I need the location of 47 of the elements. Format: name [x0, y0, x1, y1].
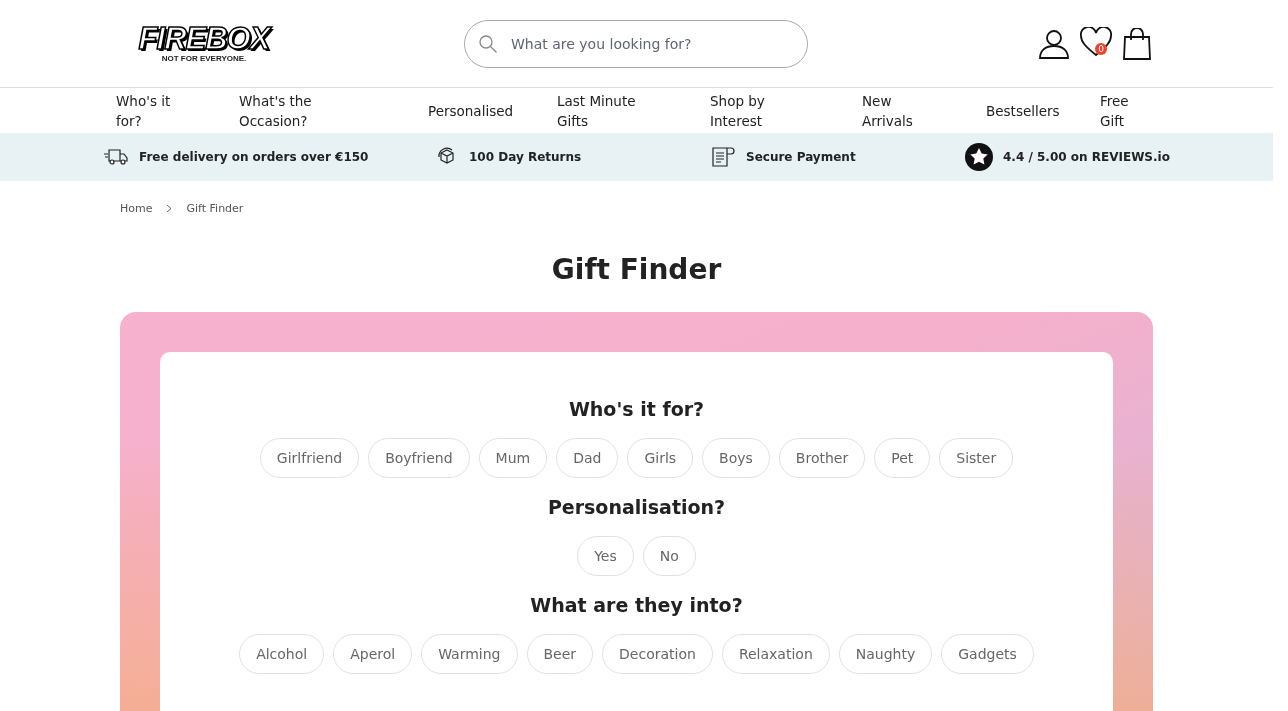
option-chip[interactable]: Brother: [778, 438, 866, 478]
option-chip[interactable]: Aperol: [333, 634, 413, 674]
truck-icon: [103, 148, 129, 166]
search-field[interactable]: What are you looking for?: [464, 19, 808, 68]
nav-link[interactable]: Bestsellers: [986, 100, 1060, 121]
receipt-icon: [710, 145, 736, 169]
option-chip[interactable]: Sister: [939, 438, 1014, 478]
option-chip[interactable]: Yes: [577, 536, 634, 576]
chevron-right-icon: [166, 204, 173, 213]
wishlist-icon[interactable]: [1080, 26, 1112, 57]
nav-link[interactable]: Free Gift: [1100, 90, 1140, 131]
option-chip[interactable]: Boys: [702, 438, 770, 478]
benefit-text: Secure Payment: [746, 150, 856, 164]
nav-link[interactable]: Shop by Interest: [710, 90, 800, 131]
benefit-text: 4.4 / 5.00 on REVIEWS.io: [1003, 150, 1170, 164]
option-chip[interactable]: Pet: [874, 438, 931, 478]
option-chip[interactable]: Girlfriend: [259, 438, 360, 478]
benefit-text: Free delivery on orders over €150: [139, 150, 369, 164]
breadcrumb-item: Gift Finder: [186, 202, 244, 215]
option-chip[interactable]: Relaxation: [721, 634, 830, 674]
option-chip[interactable]: Gadgets: [941, 634, 1034, 674]
option-chip[interactable]: Beer: [526, 634, 594, 674]
option-chip[interactable]: Decoration: [602, 634, 713, 674]
option-chip[interactable]: Naughty: [838, 634, 933, 674]
option-chip[interactable]: Warming: [421, 634, 518, 674]
breadcrumb-item[interactable]: Home: [120, 202, 153, 215]
option-chip[interactable]: No: [642, 536, 696, 576]
logo-tagline: NOT FOR EVERYONE.: [161, 54, 247, 63]
option-chip[interactable]: Alcohol: [239, 634, 325, 674]
option-chip[interactable]: Dad: [556, 438, 619, 478]
shopping-bag-icon[interactable]: [1122, 27, 1152, 60]
wishlist-count-badge: 0: [1095, 42, 1107, 55]
question-heading: Personalisation?: [547, 496, 726, 518]
account-icon[interactable]: [1038, 27, 1070, 60]
option-chip[interactable]: Girls: [627, 438, 694, 478]
nav-link[interactable]: Who's it for?: [116, 90, 186, 131]
search-icon: [478, 33, 498, 54]
option-chip[interactable]: Mum: [478, 438, 548, 478]
nav-link[interactable]: Last Minute Gifts: [557, 90, 657, 131]
benefit-text: 100 Day Returns: [469, 150, 582, 164]
question-heading: What are they into?: [530, 594, 743, 616]
page-title: Gift Finder: [550, 253, 723, 286]
nav-link[interactable]: What's the Occasion?: [239, 90, 349, 131]
nav-link[interactable]: New Arrivals: [862, 90, 942, 131]
nav-link[interactable]: Personalised: [428, 100, 514, 121]
option-chip[interactable]: Boyfriend: [368, 438, 470, 478]
question-heading: Who's it for?: [568, 398, 705, 420]
